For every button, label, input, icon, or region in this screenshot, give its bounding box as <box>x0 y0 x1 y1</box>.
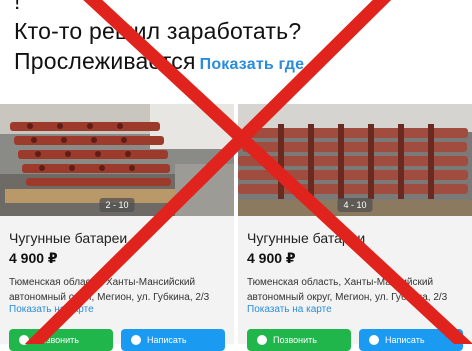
show-on-map-link[interactable]: Показать на карте <box>9 304 94 315</box>
show-where-link[interactable]: Показать где <box>200 56 305 73</box>
write-button[interactable]: Написать <box>359 329 463 351</box>
heading-line-1: ! <box>14 0 21 14</box>
photo-counter: 2 - 10 <box>99 198 135 212</box>
listing-price: 4 900 ₽ <box>247 250 296 266</box>
listing-card[interactable]: 4 - 10 Чугунные батареи 4 900 ₽ Тюменска… <box>238 104 472 351</box>
write-button[interactable]: Написать <box>121 329 225 351</box>
listing-card[interactable]: 2 - 10 Чугунные батареи 4 900 ₽ Тюменска… <box>0 104 234 351</box>
call-button[interactable]: Позвонить <box>9 329 113 351</box>
heading-line-3: Прослеживается Показать где <box>14 46 464 80</box>
listing-title[interactable]: Чугунные батареи <box>247 230 365 246</box>
photo-counter: 4 - 10 <box>337 198 373 212</box>
listing-title[interactable]: Чугунные батареи <box>9 230 127 246</box>
show-on-map-link[interactable]: Показать на карте <box>247 304 332 315</box>
heading-line-3-text: Прослеживается <box>14 48 196 74</box>
call-button[interactable]: Позвонить <box>247 329 351 351</box>
listing-address: Тюменская область, Ханты-Мансийский авто… <box>247 277 448 303</box>
post-heading: ! Кто-то решил заработать? Прослеживаетс… <box>14 0 464 80</box>
listing-price: 4 900 ₽ <box>9 250 58 266</box>
listing-address: Тюменская область, Ханты-Мансийский авто… <box>9 277 210 303</box>
listing-photo[interactable]: 4 - 10 <box>238 104 472 216</box>
listing-cards: 2 - 10 Чугунные батареи 4 900 ₽ Тюменска… <box>0 104 472 351</box>
heading-line-2: Кто-то решил заработать? <box>14 18 302 44</box>
listing-photo[interactable]: 2 - 10 <box>0 104 234 216</box>
